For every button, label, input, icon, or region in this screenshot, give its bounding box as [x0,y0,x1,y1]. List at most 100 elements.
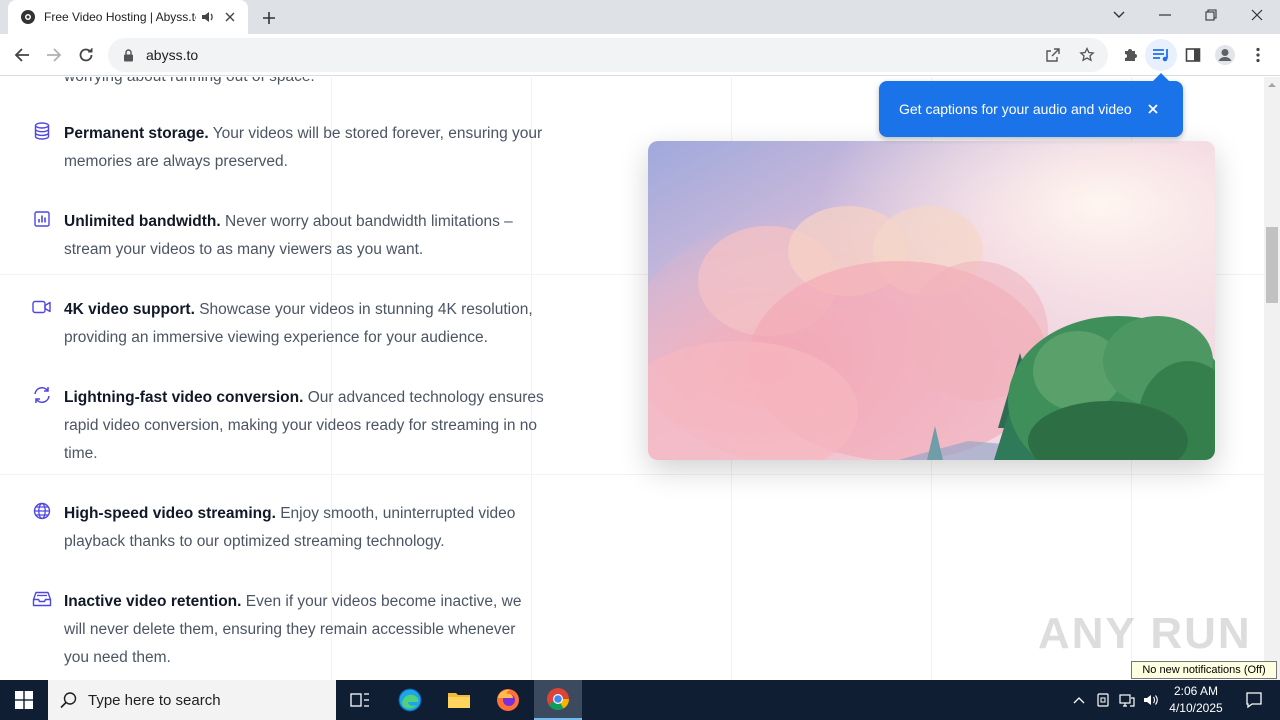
feature-title: Inactive video retention. [64,593,242,610]
tray-overflow-chevron-icon[interactable] [1070,691,1088,709]
puzzle-icon [1125,49,1137,61]
edge-taskbar-button[interactable] [386,680,434,720]
folder-icon [448,693,470,708]
task-view-button[interactable] [336,680,384,720]
feature-text: Unlimited bandwidth. Never worry about b… [64,208,544,264]
address-bar[interactable]: abyss.to [108,38,1108,72]
feature-item: Lightning-fast video conversion. Our adv… [32,384,552,468]
video-camera-icon [32,297,52,317]
refresh-icon [32,385,52,405]
page-viewport: worrying about running out of space. Per… [0,77,1264,680]
grid-line [0,474,1264,475]
firefox-taskbar-button[interactable] [484,680,532,720]
globe-icon [32,501,52,521]
video-thumbnail-image [648,141,1215,460]
kebab-menu-icon [1256,47,1260,63]
start-button[interactable] [0,680,48,720]
arrow-left-icon [14,48,29,62]
feature-item: Permanent storage. Your videos will be s… [32,120,552,176]
page-scrollbar[interactable] [1264,77,1280,680]
feature-title: Unlimited bandwidth. [64,213,221,230]
share-icon[interactable] [1044,46,1062,64]
tab-strip: Free Video Hosting | Abyss.to [0,0,1280,34]
video-preview[interactable] [648,141,1215,460]
reload-icon [79,48,93,62]
live-caption-promo-bubble: Get captions for your audio and video [879,73,1183,137]
feature-text: Lightning-fast video conversion. Our adv… [64,384,544,468]
menu-button[interactable] [1242,39,1274,71]
firefox-icon [497,689,519,711]
forward-button[interactable] [38,39,70,71]
feature-title: Lightning-fast video conversion. [64,389,304,406]
feature-item: Inactive video retention. Even if your v… [32,588,552,672]
chrome-icon [547,688,569,710]
back-button[interactable] [6,39,38,71]
bar-chart-icon [32,209,52,229]
caption-promo-text: Get captions for your audio and video [899,101,1132,117]
extensions-button[interactable] [1114,39,1146,71]
restore-icon [1205,9,1217,21]
anyrun-watermark: ANY RUN [1038,609,1252,658]
chrome-taskbar-button[interactable] [534,680,582,720]
close-window-button[interactable] [1234,0,1280,30]
profile-button[interactable] [1209,39,1241,71]
notification-icon [1246,692,1262,709]
scroll-up-icon [1268,83,1276,87]
plus-icon [263,12,275,24]
avatar-icon [1215,45,1235,65]
feature-item: Unlimited bandwidth. Never worry about b… [32,208,552,264]
feature-title: High-speed video streaming. [64,505,276,522]
reload-button[interactable] [70,39,102,71]
volume-icon[interactable] [1142,691,1160,709]
close-icon [1251,9,1263,21]
new-tab-button[interactable] [258,7,280,29]
restore-button[interactable] [1188,0,1234,30]
feature-text: Permanent storage. Your videos will be s… [64,120,544,176]
tab-search-button[interactable] [1096,0,1142,30]
notification-tooltip: No new notifications (Off) [1131,661,1277,679]
side-panel-button[interactable] [1177,39,1209,71]
url-text[interactable]: abyss.to [146,47,198,63]
feature-item: High-speed video streaming. Enjoy smooth… [32,500,552,556]
search-placeholder[interactable]: Type here to search [88,692,221,709]
tab-close-icon[interactable] [222,9,238,25]
bookmark-star-icon[interactable] [1078,46,1096,64]
side-panel-icon [1185,48,1201,62]
task-view-icon [350,693,369,707]
feature-text: 4K video support. Showcase your videos i… [64,296,544,352]
minimize-button[interactable] [1142,0,1188,30]
system-clock[interactable]: 2:06 AM 4/10/2025 [1160,683,1232,717]
edge-browser-icon [398,688,422,712]
browser-tab[interactable]: Free Video Hosting | Abyss.to [8,0,248,34]
speaker-icon[interactable] [200,9,216,25]
search-icon [60,692,77,709]
media-controls-button[interactable] [1145,39,1177,71]
taskbar-search-box[interactable]: Type here to search [48,680,336,720]
windows-logo-icon [15,691,33,709]
abyss-favicon-icon [20,9,36,25]
feature-text: High-speed video streaming. Enjoy smooth… [64,500,544,556]
inbox-archive-icon [32,589,52,609]
file-explorer-taskbar-button[interactable] [435,680,483,720]
network-icon[interactable] [1118,691,1136,709]
arrow-right-icon [47,48,62,62]
clock-date: 4/10/2025 [1169,701,1223,715]
action-center-button[interactable] [1234,680,1274,720]
feature-title: 4K video support. [64,301,195,318]
windows-taskbar: Type here to search 2:06 AM 4/10/2025 [0,680,1280,720]
media-queue-icon [1153,49,1168,62]
tab-title: Free Video Hosting | Abyss.to [44,10,196,24]
minimize-icon [1159,14,1171,16]
tray-device-icon[interactable] [1094,691,1112,709]
browser-toolbar: abyss.to [0,34,1280,76]
partial-feature-text: worrying about running out of space. [64,77,315,91]
lock-icon[interactable] [120,47,136,63]
database-icon [32,121,52,141]
feature-title: Permanent storage. [64,125,209,142]
feature-item: 4K video support. Showcase your videos i… [32,296,552,352]
feature-text: Inactive video retention. Even if your v… [64,588,544,672]
scrollbar-thumb[interactable] [1266,227,1278,303]
clock-time: 2:06 AM [1173,684,1219,698]
close-icon[interactable] [1145,101,1161,117]
chevron-down-icon [1113,11,1125,18]
